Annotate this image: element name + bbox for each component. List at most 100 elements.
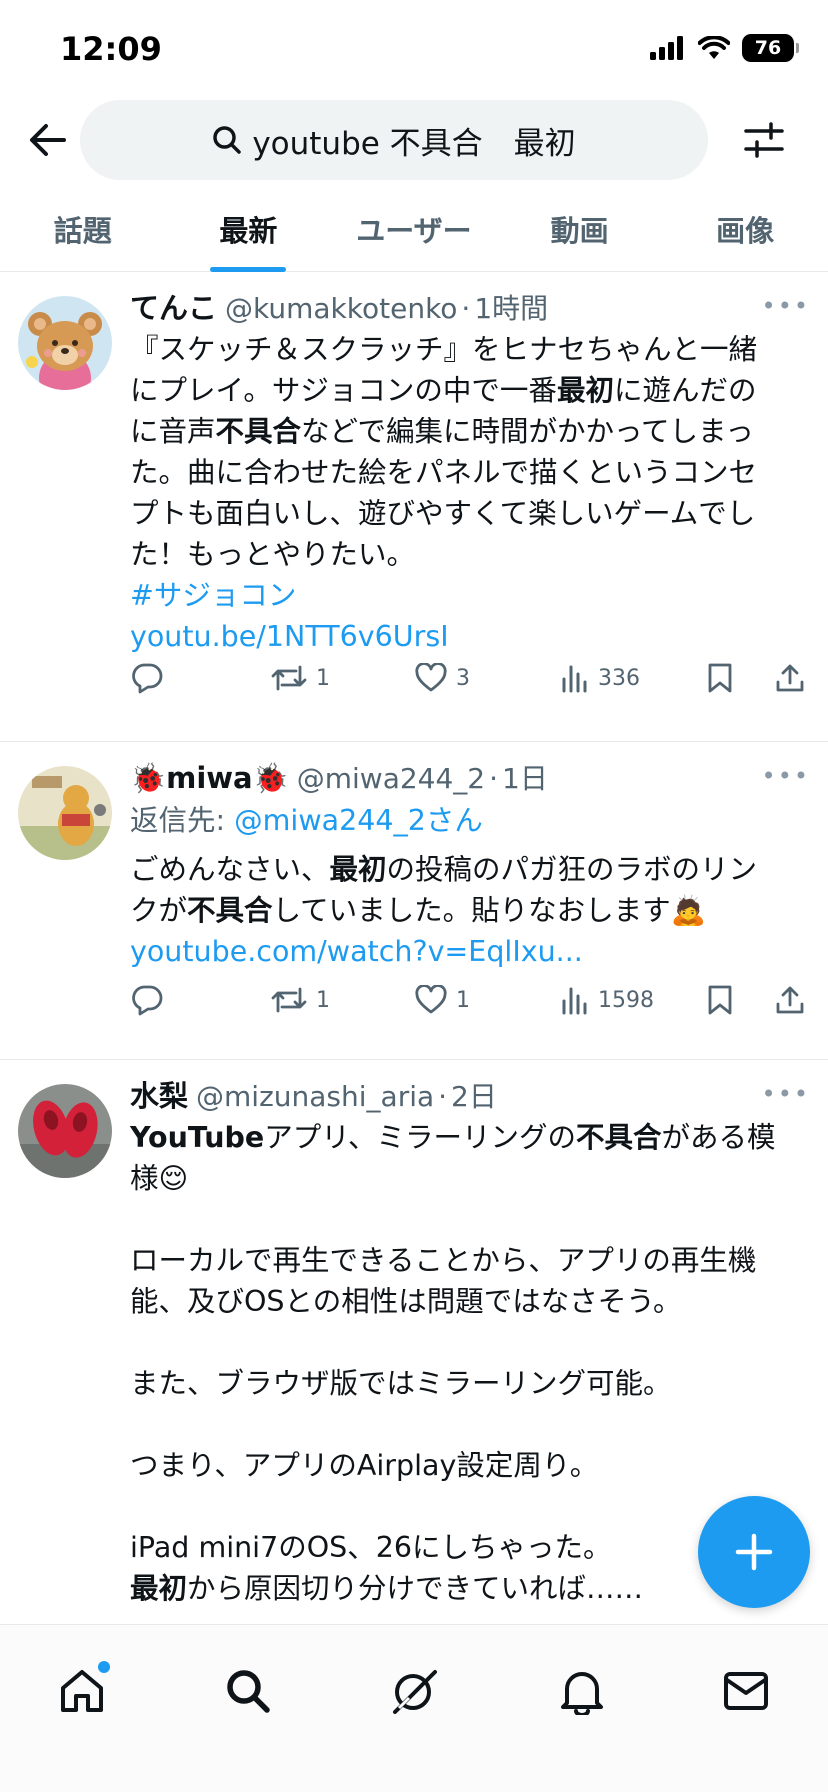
tab-3[interactable]: 動画 [497,190,663,271]
highlighted-keyword: 不具合 [215,415,302,448]
tweet-text-line: ローカルで再生できることから、アプリの再生機 [130,1244,757,1277]
nav-notifications[interactable] [540,1649,624,1733]
search-tabs: 話題 最新 ユーザー 動画 画像 [0,190,828,272]
wifi-icon [698,36,730,59]
share-button[interactable] [774,656,806,700]
avatar[interactable] [18,296,112,390]
more-options-icon[interactable]: ••• [762,1080,810,1108]
reply-to: 返信先: @miwa244_2さん [130,799,810,843]
reply-to-handle[interactable]: @miwa244_2さん [234,804,483,837]
tab-label: ユーザー [356,214,472,248]
views-button[interactable]: 336 [560,656,640,700]
ladybug-emoji: 🐞 [130,761,167,795]
tweet-text-line: YouTubeアプリ、ミラーリングの不具合がある模 [130,1121,776,1154]
tab-label: 最新 [219,214,278,248]
hashtag-link[interactable]: #サジョコン [130,575,810,616]
more-options-icon[interactable]: ••• [762,762,810,790]
status-bar: 12:09 76 [0,0,828,96]
like-button[interactable]: 1 [414,978,470,1022]
separator-dot: · [438,1080,448,1113]
timeline: てんこ @kumakkotenko · 1時間 ••• 『スケッチ＆スクラッチ』… [0,272,828,1624]
search-input[interactable]: youtube 不具合 最初 [80,100,708,180]
tweet-actions: 1 3 336 [130,656,810,700]
analytics-icon [560,985,590,1015]
nav-search[interactable] [206,1649,290,1733]
tweet-time: 1時間 [474,292,549,325]
nav-grok[interactable] [372,1649,456,1733]
views-count: 1598 [598,987,654,1013]
reply-button[interactable] [130,656,164,700]
tab-2[interactable]: ユーザー [331,190,497,271]
tweet-text-line [130,1322,810,1363]
tweet-author-name[interactable]: てんこ [130,288,217,328]
tweet-header: 水梨 @mizunashi_aria · 2日 [130,1076,810,1117]
shoes-avatar-image [18,1084,112,1178]
search-header: youtube 不具合 最初 [0,96,828,184]
tweet-link[interactable]: youtu.be/1NTT6v6UrsI [130,616,810,657]
tweet-author-handle[interactable]: @kumakkotenko [225,289,457,329]
ladybug-emoji: 🐞 [252,761,289,795]
tweet-time: 2日 [451,1080,497,1113]
views-count: 336 [598,665,640,691]
nav-home[interactable] [40,1649,124,1733]
tweet-text-line [130,1199,810,1240]
likes-count: 3 [456,665,470,691]
tab-0[interactable]: 話題 [0,190,166,271]
tab-label: 話題 [53,214,112,248]
tab-1[interactable]: 最新 [166,190,332,272]
more-options-icon[interactable]: ••• [762,292,810,320]
tweet-actions: 1 1 1598 [130,978,810,1022]
back-button[interactable] [26,118,70,162]
retweet-button[interactable]: 1 [270,978,330,1022]
battery-indicator: 76 [742,34,799,62]
likes-count: 1 [456,987,470,1013]
tweet-author-handle[interactable]: @miwa244_2 [297,759,485,799]
separator-dot: · [461,292,471,325]
nav-messages[interactable] [704,1649,788,1733]
avatar[interactable] [18,1084,112,1178]
search-icon [213,126,242,154]
tweet-text-line: 能、及びOSとの相性は問題ではなさそう。 [130,1285,682,1318]
tweet-text-line: にプレイ。サジョコンの中で一番最初に遊んだの [130,374,757,407]
reply-button[interactable] [130,978,164,1022]
search-filter-button[interactable] [742,118,786,162]
like-button[interactable]: 3 [414,656,470,700]
search-query: youtube 不具合 最初 [252,125,576,162]
share-button[interactable] [774,978,806,1022]
bookmark-button[interactable] [706,656,734,700]
tweet-link[interactable]: youtube.com/watch?v=EqlIxu... [130,931,810,972]
tweet-author-name[interactable]: 🐞miwa🐞 [130,758,289,798]
tweet-text-line [130,1404,810,1445]
avatar[interactable] [18,766,112,860]
highlighted-keyword: 不具合 [576,1121,662,1154]
separator-dot: · [489,762,499,795]
pooh-avatar-image [18,766,112,860]
tweet-author-handle[interactable]: @mizunashi_aria [196,1077,434,1117]
tweet-author-name[interactable]: 水梨 [130,1076,188,1116]
tweet[interactable]: 🐞miwa🐞 @miwa244_2 · 1日 ••• 返信先: @miwa244… [0,742,828,1060]
tweet-time: 1日 [502,762,548,795]
grok-icon [393,1670,437,1714]
tweet[interactable]: てんこ @kumakkotenko · 1時間 ••• 『スケッチ＆スクラッチ』… [0,272,828,742]
status-icons: 76 [650,34,799,62]
tweet-text-line: に音声不具合などで編集に時間がかかってしまっ [130,415,754,448]
retweet-icon [270,663,308,693]
retweet-button[interactable]: 1 [270,656,330,700]
bookmark-icon [706,662,734,694]
tab-label: 動画 [550,214,609,248]
highlighted-keyword: 不具合 [187,894,273,927]
tab-4[interactable]: 画像 [662,190,828,271]
status-time: 12:09 [60,30,162,68]
reply-icon [130,984,164,1016]
bookmark-button[interactable] [706,978,734,1022]
highlighted-keyword: 最初 [556,374,614,407]
analytics-icon [560,663,590,693]
tweet-header: 🐞miwa🐞 @miwa244_2 · 1日 [130,758,810,799]
bookmark-icon [706,984,734,1016]
share-icon [774,984,806,1016]
bell-icon [561,1672,603,1715]
views-button[interactable]: 1598 [560,978,654,1022]
compose-button[interactable] [698,1496,810,1608]
tweet-text-line: プトも面白いし、遊びやすくて楽しいゲームでし [130,497,756,530]
highlighted-keyword: 最初 [329,853,387,886]
